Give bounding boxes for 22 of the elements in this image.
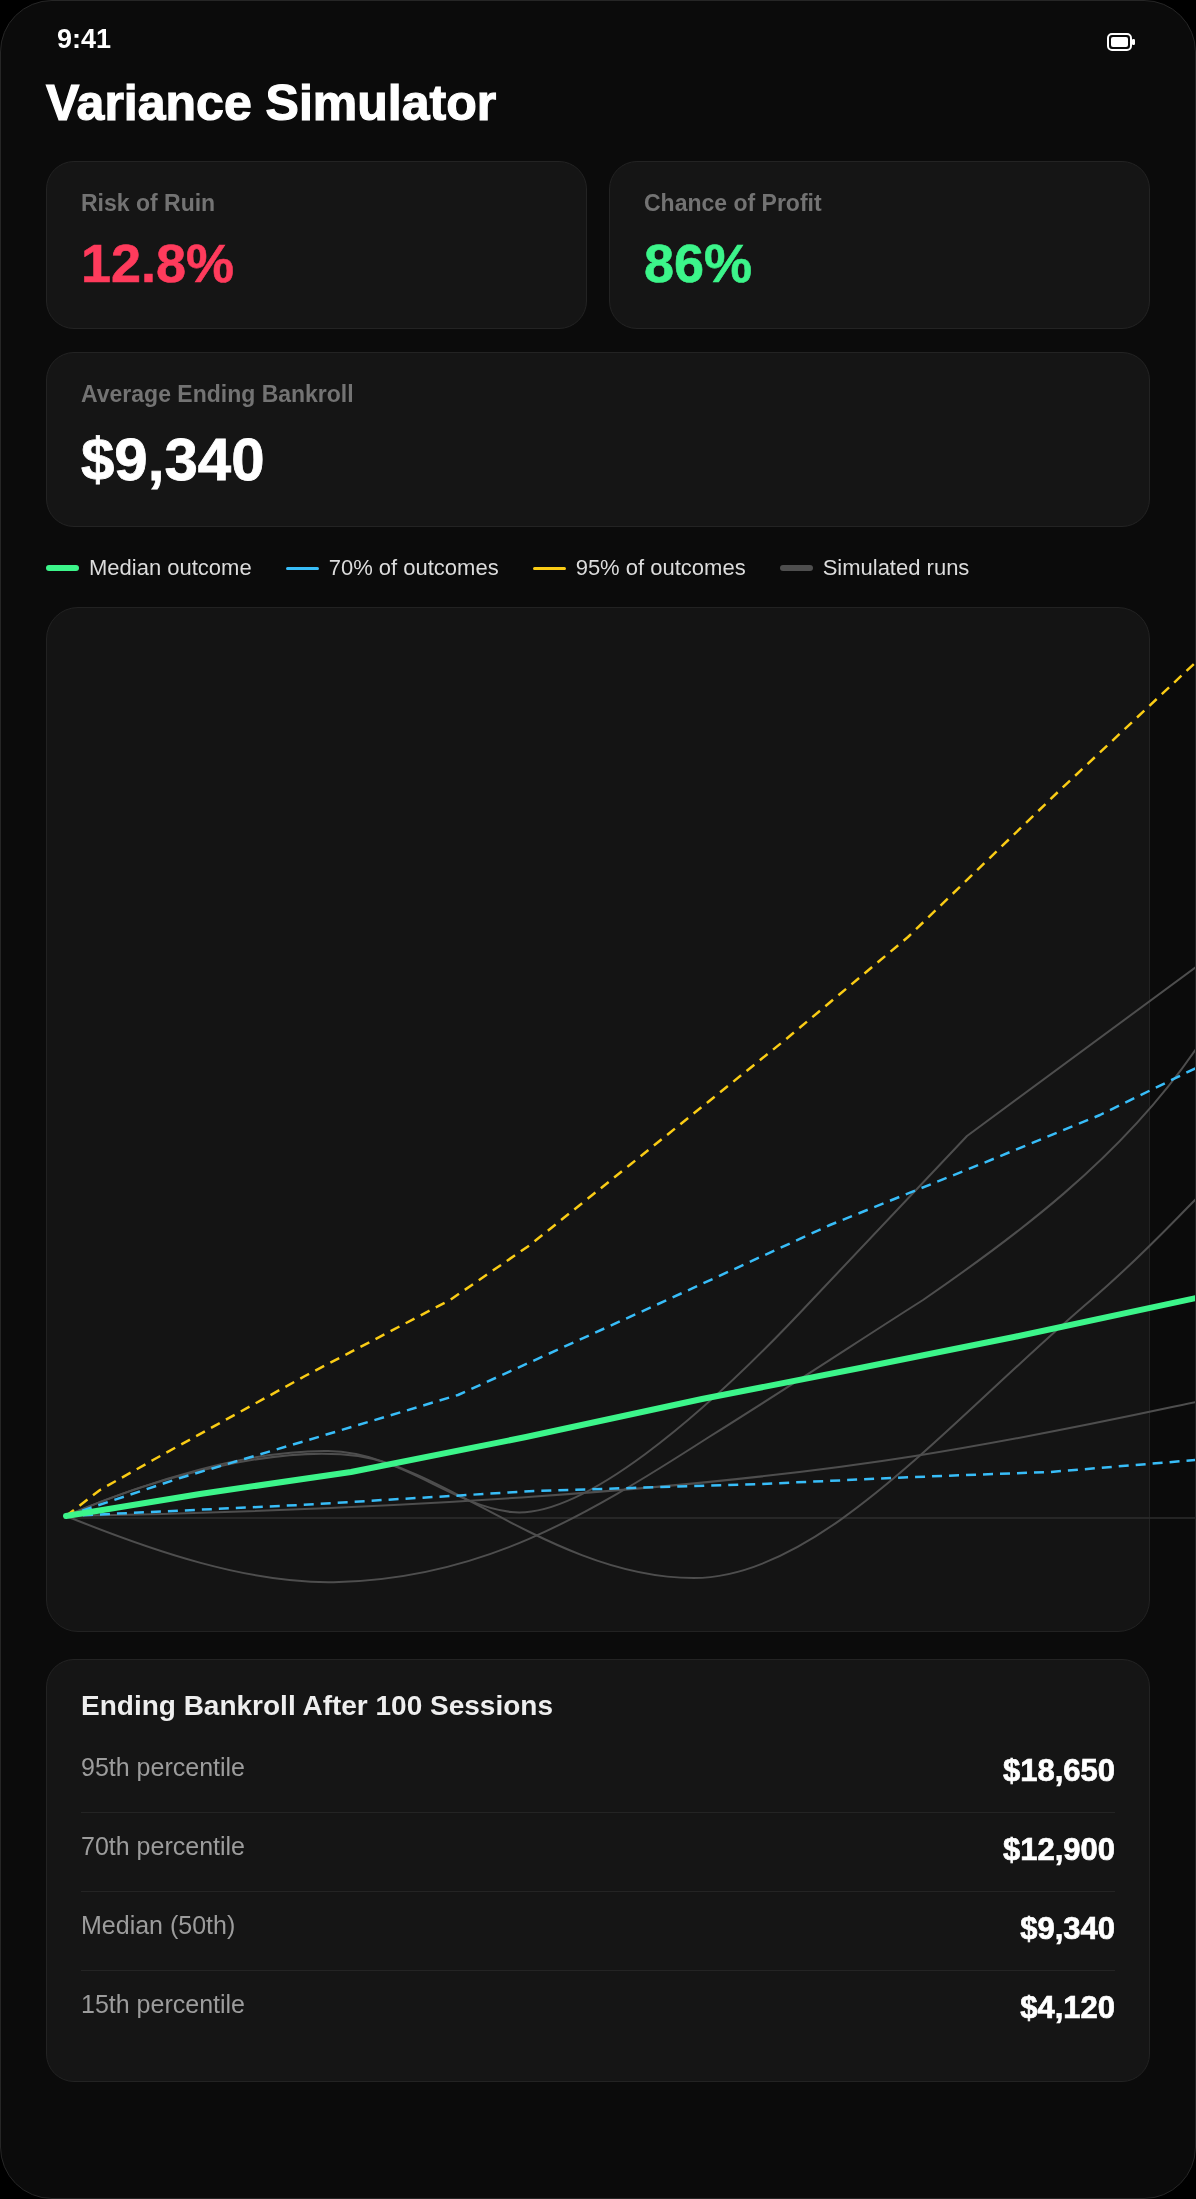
percentile-label: 95th percentile bbox=[81, 1751, 245, 1782]
legend-label: Simulated runs bbox=[822, 555, 970, 582]
bankroll-value: $4,120 bbox=[1020, 1989, 1115, 2027]
stat-value: $9,340 bbox=[81, 425, 265, 495]
stat-value: 86% bbox=[644, 231, 753, 294]
bankroll-value: $12,900 bbox=[1002, 1831, 1115, 1869]
summary-title: Ending Bankroll After 100 Sessions bbox=[81, 1689, 553, 1723]
percentile-label: 15th percentile bbox=[81, 1989, 245, 2020]
bankroll-value: $18,650 bbox=[1002, 1751, 1115, 1790]
stat-label: Chance of Profit bbox=[644, 190, 822, 218]
page-title: Variance Simulator bbox=[46, 74, 497, 133]
stat-label: Risk of Ruin bbox=[81, 190, 216, 218]
legend-label: 95% of outcomes bbox=[575, 555, 746, 582]
percentile-label: 70th percentile bbox=[81, 1831, 245, 1862]
stat-value: 12.8% bbox=[81, 231, 235, 294]
stat-label: Average Ending Bankroll bbox=[81, 380, 354, 409]
legend-label: Median outcome bbox=[89, 555, 252, 582]
bankroll-value: $9,340 bbox=[1020, 1910, 1115, 1948]
legend-label: 70% of outcomes bbox=[328, 555, 499, 582]
battery-icon bbox=[1107, 33, 1135, 51]
percentile-label: Median (50th) bbox=[81, 1910, 236, 1941]
status-time: 9:41 bbox=[57, 22, 112, 56]
